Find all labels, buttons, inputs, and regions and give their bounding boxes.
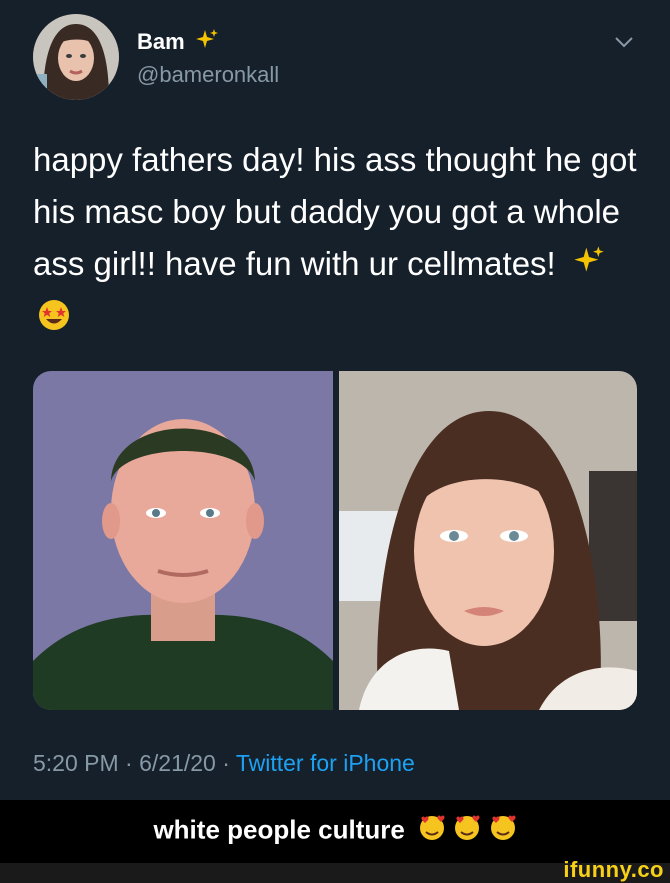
avatar[interactable]	[33, 14, 119, 100]
star-struck-emoji-icon	[33, 295, 71, 347]
sparkles-icon	[565, 240, 605, 292]
meme-caption: white people culture	[0, 814, 670, 849]
display-name-text: Bam	[137, 28, 185, 54]
tweet-text-content: happy fathers day! his ass thought he go…	[33, 141, 637, 282]
meme-caption-text: white people culture	[153, 814, 405, 845]
watermark: ifunny.co	[563, 857, 664, 882]
tweet-source-link[interactable]: Twitter for iPhone	[236, 750, 415, 776]
display-name[interactable]: Bam	[137, 28, 219, 58]
tweet-media[interactable]	[33, 371, 637, 710]
media-photo-right[interactable]	[339, 371, 637, 710]
user-handle[interactable]: @bameronkall	[137, 62, 279, 88]
smiling-hearts-emoji-icon	[453, 814, 481, 849]
chevron-down-icon[interactable]	[612, 30, 636, 54]
tweet-card: Bam @bameronkall happy fathers day! his …	[0, 0, 670, 800]
smiling-hearts-emoji-icon	[412, 814, 446, 849]
media-photo-left[interactable]	[33, 371, 333, 710]
tweet-meta: 5:20 PM · 6/21/20 · Twitter for iPhone	[33, 750, 415, 777]
sparkles-icon	[191, 28, 219, 58]
tweet-timestamp: 5:20 PM · 6/21/20 ·	[33, 750, 236, 776]
smiling-hearts-emoji-icon	[489, 814, 517, 849]
tweet-text: happy fathers day! his ass thought he go…	[33, 134, 643, 347]
